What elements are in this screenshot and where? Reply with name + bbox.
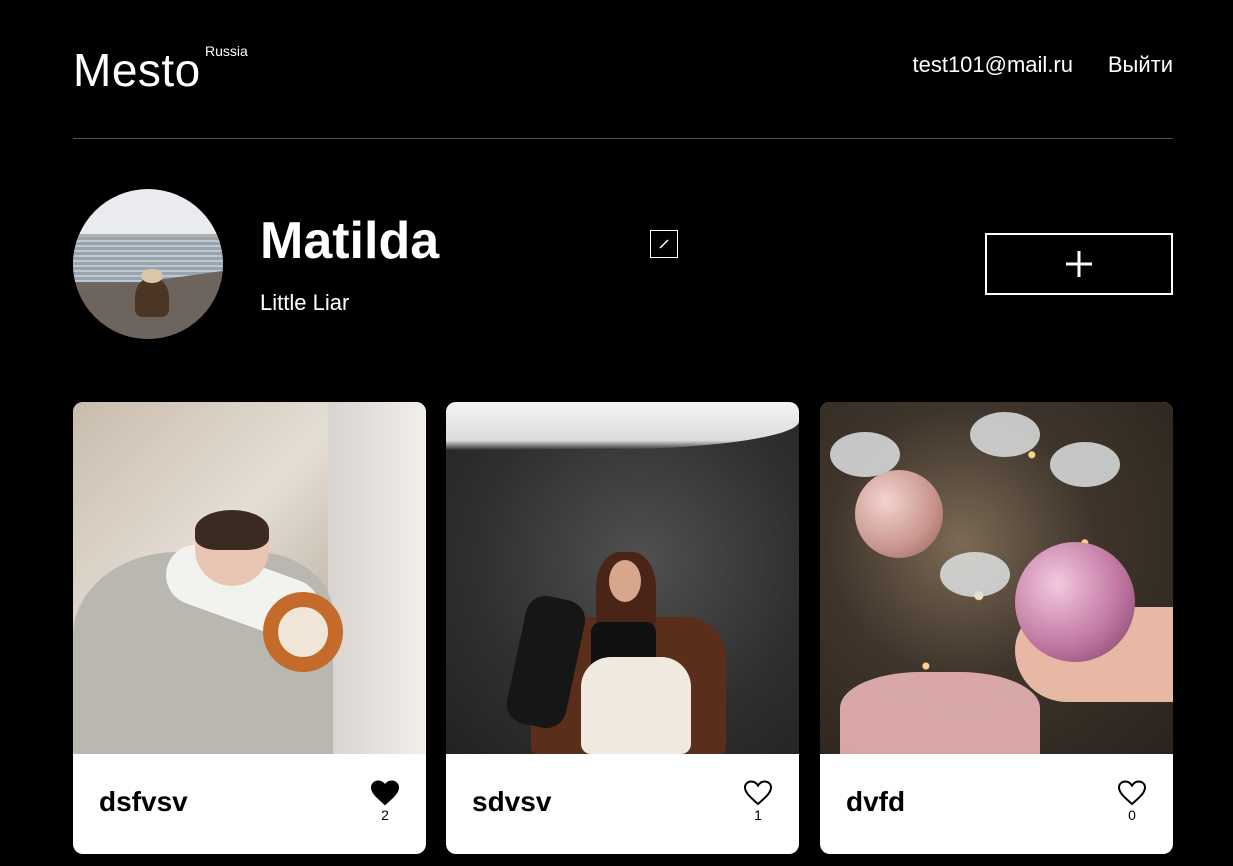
like-count: 2	[381, 807, 389, 823]
site-header: Mesto Russia test101@mail.ru Выйти	[73, 0, 1173, 139]
avatar[interactable]	[73, 189, 223, 339]
like-group: 1	[743, 780, 773, 823]
card-image-face	[609, 560, 641, 602]
card-image-ornament	[855, 470, 943, 558]
card-image-softbox	[446, 402, 799, 450]
user-email: test101@mail.ru	[912, 52, 1073, 77]
card: dvfd 0	[820, 402, 1173, 854]
card-image[interactable]	[73, 402, 426, 754]
avatar-figure	[135, 277, 169, 317]
card: sdvsv 1	[446, 402, 799, 854]
like-count: 0	[1128, 807, 1136, 823]
card-image-baby-hair	[195, 510, 269, 550]
card-title: sdvsv	[472, 786, 552, 817]
logout-link[interactable]: Выйти	[1108, 52, 1173, 78]
plus-icon	[1066, 251, 1092, 277]
card-image-pinecone	[940, 552, 1010, 597]
like-count: 1	[754, 807, 762, 823]
card-title: dvfd	[846, 786, 906, 817]
like-group: 0	[1117, 780, 1147, 823]
card-image-lion-face	[278, 607, 328, 657]
card-image[interactable]	[820, 402, 1173, 754]
card-image-pants	[581, 657, 691, 754]
logo: Mesto	[73, 44, 201, 96]
add-card-button[interactable]	[985, 233, 1173, 295]
card-image-wall	[328, 402, 426, 754]
card-title: dsfvsv	[99, 786, 188, 817]
heart-icon[interactable]	[1118, 780, 1146, 806]
logo-region: Russia	[205, 43, 248, 59]
heart-icon[interactable]	[744, 780, 772, 806]
pencil-icon	[659, 239, 669, 249]
card: dsfvsv 2	[73, 402, 426, 854]
card-image-ornament	[1015, 542, 1135, 662]
heart-icon[interactable]	[371, 780, 399, 806]
card-image[interactable]	[446, 402, 799, 754]
profile-about: Little Liar	[260, 290, 350, 315]
like-group: 2	[370, 780, 400, 823]
profile-name: Matilda	[260, 212, 440, 270]
card-image-pinecone	[970, 412, 1040, 457]
card-image-paper	[840, 672, 1040, 754]
avatar-hat	[141, 269, 163, 283]
card-image-pinecone	[1050, 442, 1120, 487]
edit-profile-button[interactable]	[650, 230, 678, 258]
